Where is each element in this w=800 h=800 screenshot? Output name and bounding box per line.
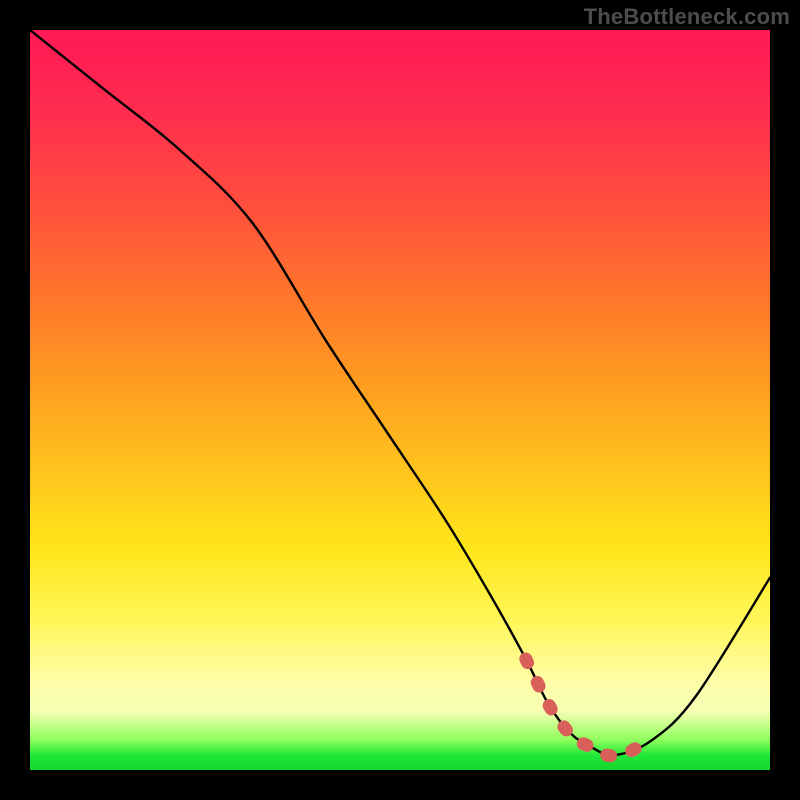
dotted-segment xyxy=(526,659,637,756)
plot-area xyxy=(30,30,770,770)
chart-canvas: TheBottleneck.com xyxy=(0,0,800,800)
watermark-text: TheBottleneck.com xyxy=(584,4,790,30)
curve-line xyxy=(30,30,770,755)
curve-overlay xyxy=(30,30,770,770)
